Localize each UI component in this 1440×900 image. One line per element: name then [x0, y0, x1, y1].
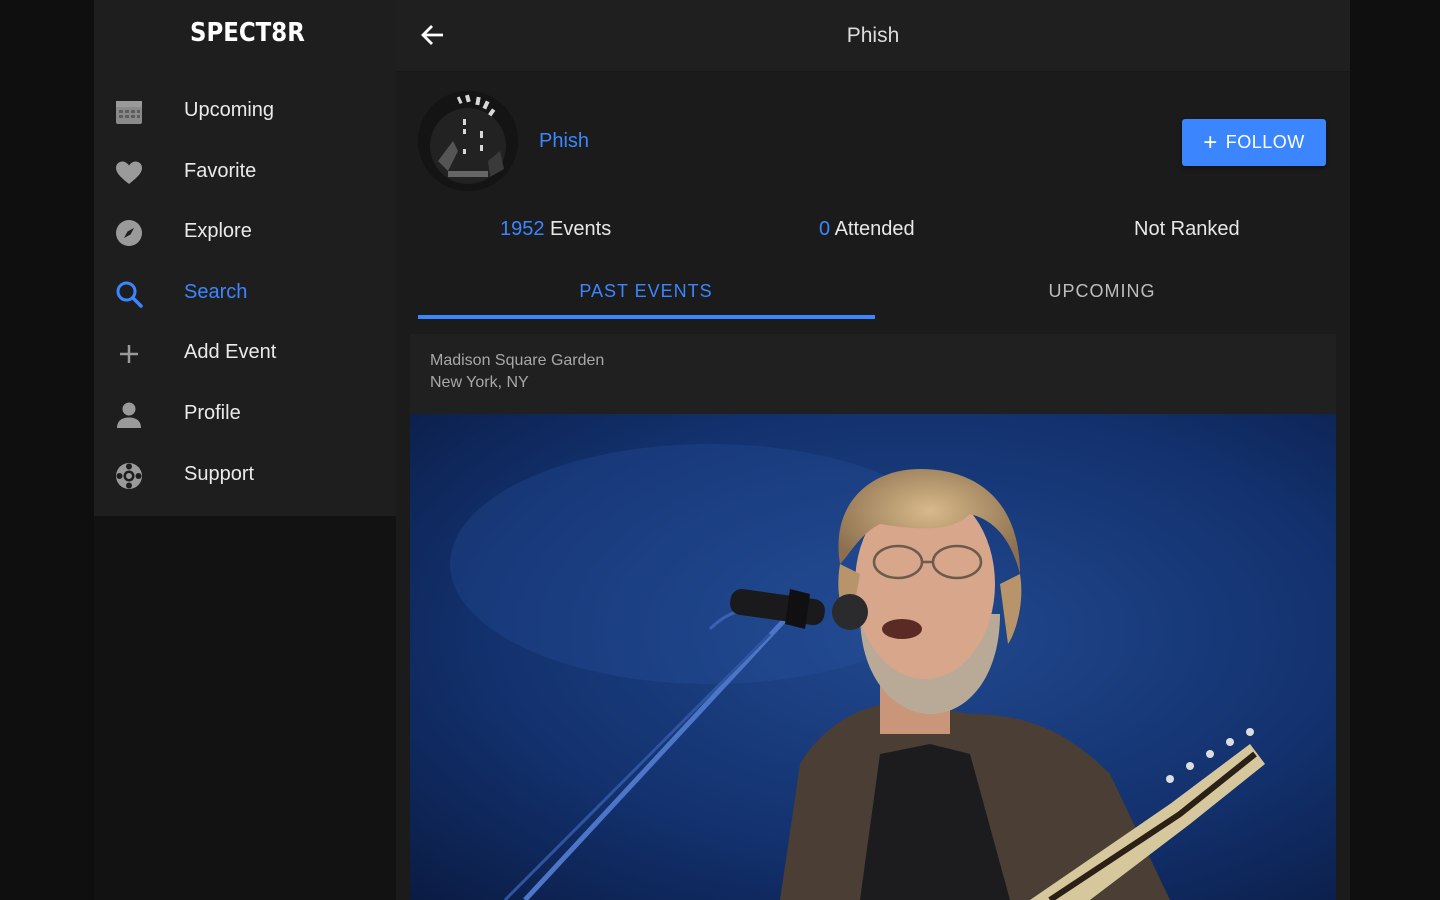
sidebar-item-profile[interactable]: Profile: [94, 384, 396, 444]
page-title: Phish: [846, 24, 900, 47]
plus-icon: [114, 339, 144, 369]
plus-icon: +: [1203, 128, 1218, 156]
artist-avatar: [418, 91, 518, 191]
follow-label: FOLLOW: [1225, 132, 1305, 152]
sidebar: SPECT8R Upcoming Favorite Explore Search…: [94, 0, 396, 900]
main-content: Phish Phish + FOLLOW 1952 Events 0 Atten…: [396, 0, 1350, 900]
sidebar-item-label: Search: [184, 281, 248, 303]
attended-count: 0: [819, 218, 831, 240]
sidebar-item-explore[interactable]: Explore: [94, 202, 396, 262]
artist-name[interactable]: Phish: [539, 130, 589, 153]
sidebar-item-label: Favorite: [184, 160, 257, 182]
event-venue: Madison Square Garden: [430, 352, 605, 369]
sidebar-item-search[interactable]: Search: [94, 263, 396, 323]
app-logo[interactable]: SPECT8R: [190, 18, 305, 48]
compass-icon: [114, 218, 144, 248]
sidebar-item-label: Profile: [184, 402, 241, 424]
sidebar-item-label: Upcoming: [184, 99, 275, 121]
top-bar: Phish: [396, 0, 1350, 72]
attended-label: Attended: [830, 218, 915, 240]
sidebar-item-add-event[interactable]: Add Event: [94, 323, 396, 383]
event-card[interactable]: Madison Square Garden New York, NY: [410, 334, 1336, 900]
rank-stat: Not Ranked: [1134, 218, 1240, 240]
app-window: SPECT8R Upcoming Favorite Explore Search…: [94, 0, 1350, 900]
sidebar-item-support[interactable]: Support: [94, 445, 396, 505]
sidebar-item-favorite[interactable]: Favorite: [94, 142, 396, 202]
sidebar-item-upcoming[interactable]: Upcoming: [94, 81, 396, 141]
follow-button[interactable]: + FOLLOW: [1182, 119, 1326, 166]
events-count: 1952: [500, 218, 545, 240]
sidebar-item-label: Add Event: [184, 341, 277, 363]
event-photo: [410, 414, 1336, 900]
event-city: New York, NY: [430, 374, 529, 391]
tab-upcoming[interactable]: UPCOMING: [874, 262, 1330, 320]
events-stat: 1952 Events: [500, 218, 611, 241]
sidebar-panel: SPECT8R Upcoming Favorite Explore Search…: [94, 0, 396, 516]
tab-past-events[interactable]: PAST EVENTS: [418, 262, 874, 320]
lifebuoy-icon: [114, 461, 144, 491]
heart-icon: [114, 158, 144, 188]
sidebar-item-label: Explore: [184, 220, 252, 242]
attended-stat: 0 Attended: [819, 218, 915, 241]
search-icon: [114, 279, 144, 309]
events-label: Events: [544, 218, 612, 240]
active-tab-indicator: [418, 315, 875, 319]
calendar-icon: [114, 97, 144, 127]
person-icon: [114, 400, 144, 430]
sidebar-item-label: Support: [184, 463, 255, 485]
